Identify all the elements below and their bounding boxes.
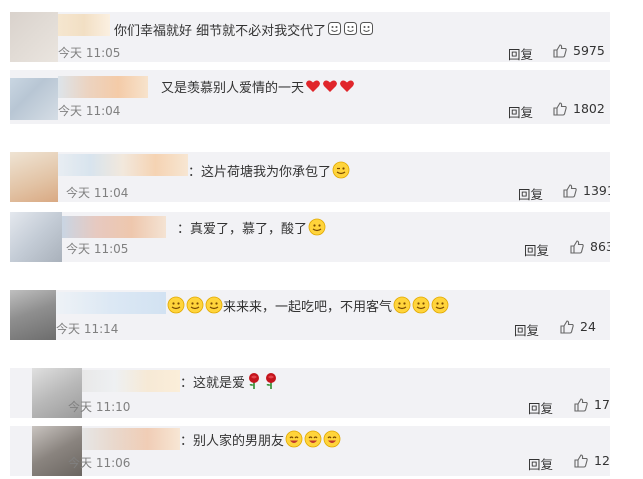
wink-icon (332, 161, 350, 185)
laugh-icon (304, 430, 322, 454)
like-count: 1802 (573, 101, 605, 116)
laugh-icon (285, 430, 303, 454)
thumbs-up-icon (574, 397, 588, 412)
username-blurred[interactable] (58, 14, 110, 36)
comment-row: 来来来，一起吃吧，不用客气 今天 11:14 回复 24 (10, 290, 610, 340)
like-count: 1391 (583, 183, 610, 198)
thumbs-up-icon (560, 319, 574, 334)
grin-icon (327, 21, 342, 42)
comment-text: ：这片荷塘我为你承包了 (188, 161, 350, 185)
heart-icon (305, 78, 321, 100)
like-count: 17 (594, 397, 610, 412)
comment-time: 今天 11:14 (56, 322, 119, 336)
comment-text: 又是羡慕别人爱情的一天 (161, 78, 355, 100)
avatar[interactable] (10, 78, 58, 120)
like-count: 5975 (573, 43, 605, 58)
like-button[interactable]: 12 (574, 453, 610, 468)
username-blurred[interactable] (82, 370, 180, 392)
heart-icon (339, 78, 355, 100)
avatar[interactable] (10, 12, 58, 62)
like-count: 12 (594, 453, 610, 468)
smile-icon (167, 296, 185, 320)
smile-icon (205, 296, 223, 320)
comment-time: 今天 11:10 (68, 400, 131, 414)
comment-time: 今天 11:04 (58, 104, 121, 118)
smile-icon (393, 296, 411, 320)
smile-icon (308, 218, 326, 242)
rose-icon (263, 372, 279, 396)
comment-text: 来来来，一起吃吧，不用客气 (166, 296, 449, 320)
laugh-icon (323, 430, 341, 454)
smile-icon (412, 296, 430, 320)
reply-button[interactable]: 回复 (528, 398, 553, 417)
comment-row: ：别人家的男朋友 今天 11:06 回复 12 (10, 426, 610, 476)
thumbs-up-icon (570, 239, 584, 254)
grin-icon (359, 21, 374, 42)
avatar[interactable] (10, 212, 62, 262)
comment-text: ：别人家的男朋友 (180, 430, 341, 454)
reply-button[interactable]: 回复 (508, 44, 533, 62)
username-blurred[interactable] (62, 216, 166, 238)
comment-row: 你们幸福就好 细节就不必对我交代了 今天 11:05 回复 5975 (10, 12, 610, 62)
like-count: 24 (580, 319, 596, 334)
comment-text: ：真爱了，慕了，酸了 (177, 218, 326, 242)
like-button[interactable]: 17 (574, 397, 610, 412)
username-blurred[interactable] (82, 428, 180, 450)
reply-button[interactable]: 回复 (518, 184, 543, 202)
comment-time: 今天 11:04 (66, 186, 129, 200)
comment-time: 今天 11:05 (66, 242, 129, 256)
rose-icon (246, 372, 262, 396)
username-blurred[interactable] (56, 292, 166, 314)
like-button[interactable]: 24 (560, 319, 596, 334)
heart-icon (322, 78, 338, 100)
thumbs-up-icon (553, 101, 567, 116)
reply-button[interactable]: 回复 (528, 454, 553, 473)
reply-button[interactable]: 回复 (514, 320, 539, 339)
like-button[interactable]: 5975 (553, 43, 605, 58)
avatar[interactable] (10, 152, 58, 202)
thumbs-up-icon (563, 183, 577, 198)
thumbs-up-icon (574, 453, 588, 468)
smile-icon (431, 296, 449, 320)
like-button[interactable]: 863 (570, 239, 610, 254)
comment-row: ：这就是爱 今天 11:10 回复 17 (10, 368, 610, 418)
like-button[interactable]: 1391 (563, 183, 610, 198)
smile-icon (186, 296, 204, 320)
avatar[interactable] (10, 290, 56, 340)
comment-text: ：这就是爱 (180, 372, 279, 396)
reply-button[interactable]: 回复 (524, 240, 549, 259)
thumbs-up-icon (553, 43, 567, 58)
comment-time: 今天 11:05 (58, 46, 121, 60)
grin-icon (343, 21, 358, 42)
like-count: 863 (590, 239, 610, 254)
reply-button[interactable]: 回复 (508, 102, 533, 121)
username-blurred[interactable] (58, 154, 188, 176)
comment-row: ：真爱了，慕了，酸了 今天 11:05 回复 863 (10, 212, 610, 262)
comment-row: 又是羡慕别人爱情的一天 今天 11:04 回复 1802 (10, 70, 610, 124)
comment-time: 今天 11:06 (68, 456, 131, 470)
comment-row: ：这片荷塘我为你承包了 今天 11:04 回复 1391 (10, 152, 610, 202)
comment-text: 你们幸福就好 细节就不必对我交代了 (114, 21, 374, 42)
username-blurred[interactable] (58, 76, 148, 98)
like-button[interactable]: 1802 (553, 101, 605, 116)
